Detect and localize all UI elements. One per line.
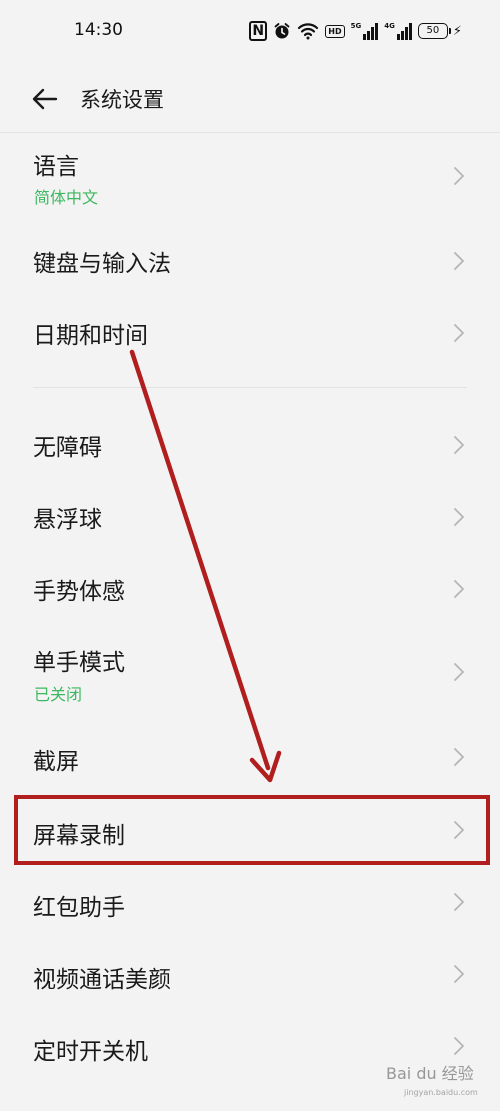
alarm-icon <box>273 22 291 40</box>
highlight-box <box>14 795 490 865</box>
watermark-text: Bai du 经验 <box>386 1064 474 1083</box>
settings-item-date-time[interactable]: 日期和时间 <box>0 298 500 370</box>
chevron-right-icon <box>452 434 466 456</box>
settings-item-label: 视频通话美颜 <box>33 967 171 993</box>
charging-icon: ⚡ <box>452 23 462 39</box>
settings-item-language[interactable]: 语言 简体中文 <box>0 135 500 225</box>
settings-item-red-packet-assistant[interactable]: 红包助手 <box>0 866 500 938</box>
chevron-right-icon <box>452 746 466 768</box>
status-icons: N HD 5G 4G 50 ⚡ <box>249 20 462 42</box>
settings-item-label: 截屏 <box>33 749 79 775</box>
settings-item-label: 无障碍 <box>33 435 102 461</box>
settings-item-label: 定时开关机 <box>33 1039 148 1065</box>
settings-item-label: 单手模式 <box>33 650 125 676</box>
signal-4g-icon: 4G <box>384 22 412 40</box>
signal-5g-icon: 5G <box>351 22 379 40</box>
back-arrow-icon[interactable] <box>30 84 60 114</box>
wifi-icon <box>297 22 319 40</box>
settings-item-sublabel: 已关闭 <box>34 685 83 704</box>
settings-item-label: 键盘与输入法 <box>33 251 171 277</box>
chevron-right-icon <box>452 506 466 528</box>
settings-item-video-call-beauty[interactable]: 视频通话美颜 <box>0 938 500 1010</box>
settings-item-keyboard[interactable]: 键盘与输入法 <box>0 226 500 298</box>
chevron-right-icon <box>452 1035 466 1057</box>
settings-item-label: 红包助手 <box>33 895 125 921</box>
app-header: 系统设置 <box>0 64 500 134</box>
settings-item-label: 语言 <box>33 154 79 180</box>
signal-4g-label: 4G <box>384 22 395 30</box>
status-time: 14:30 <box>74 20 123 40</box>
settings-item-sublabel: 简体中文 <box>34 188 99 207</box>
watermark: Bai du 经验 <box>386 1060 474 1084</box>
settings-item-label: 手势体感 <box>33 579 125 605</box>
watermark-url: jingyan.baidu.com <box>404 1088 478 1097</box>
chevron-right-icon <box>452 891 466 913</box>
page-title: 系统设置 <box>80 88 164 112</box>
section-divider <box>33 387 467 388</box>
status-bar: 14:30 N HD 5G 4G 50 ⚡ <box>0 0 500 64</box>
header-divider <box>0 132 500 133</box>
settings-item-one-hand-mode[interactable]: 单手模式 已关闭 <box>0 627 500 719</box>
hd-icon: HD <box>325 24 345 38</box>
battery-icon: 50 ⚡ <box>417 23 462 39</box>
settings-item-accessibility[interactable]: 无障碍 <box>0 408 500 480</box>
settings-item-gestures[interactable]: 手势体感 <box>0 552 500 624</box>
chevron-right-icon <box>452 661 466 683</box>
chevron-right-icon <box>452 165 466 187</box>
settings-item-screenshot[interactable]: 截屏 <box>0 722 500 794</box>
nfc-icon: N <box>249 21 268 41</box>
settings-item-label: 日期和时间 <box>33 323 148 349</box>
settings-item-label: 悬浮球 <box>33 507 102 533</box>
chevron-right-icon <box>452 578 466 600</box>
signal-5g-label: 5G <box>350 22 362 30</box>
chevron-right-icon <box>452 250 466 272</box>
settings-item-floating-ball[interactable]: 悬浮球 <box>0 480 500 552</box>
chevron-right-icon <box>452 963 466 985</box>
battery-level: 50 <box>417 23 448 39</box>
chevron-right-icon <box>452 322 466 344</box>
